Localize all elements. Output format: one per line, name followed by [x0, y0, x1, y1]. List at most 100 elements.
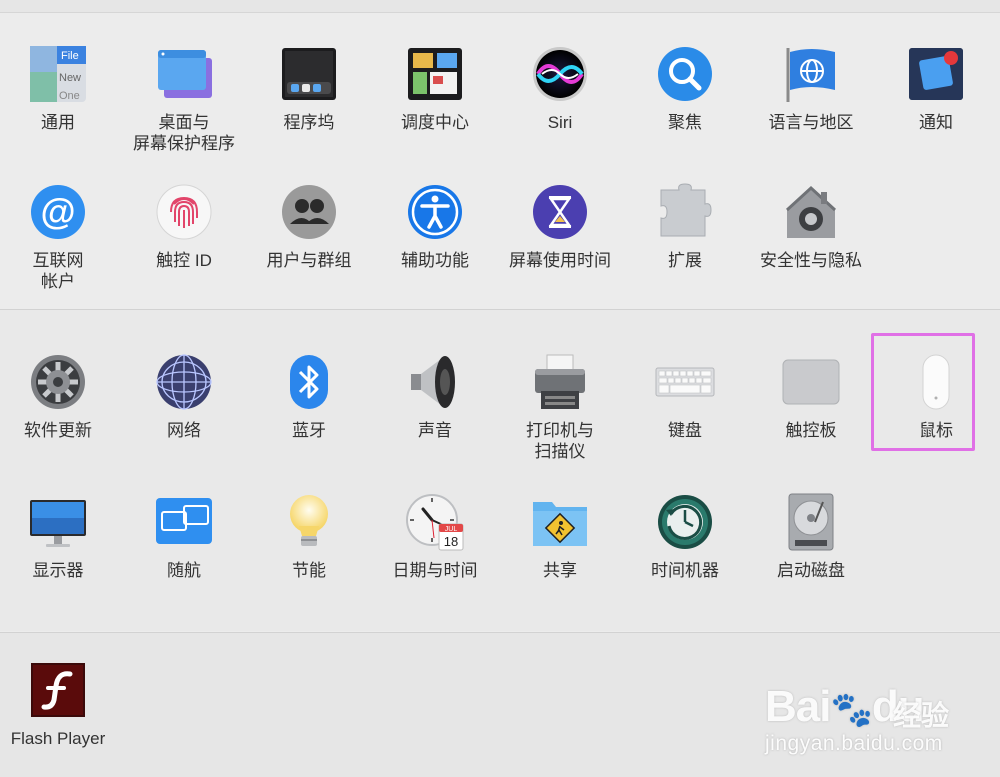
pref-software-update[interactable]: 软件更新	[0, 350, 121, 441]
pref-screen-time[interactable]: 屏幕使用时间	[497, 180, 623, 271]
security-privacy-icon	[779, 180, 843, 244]
pref-label: 互联网 帐户	[32, 251, 84, 291]
pref-internet-accounts[interactable]: @ 互联网 帐户	[0, 180, 121, 292]
pref-label: 共享	[543, 561, 577, 580]
pref-label: 调度中心	[401, 113, 469, 132]
window-top-edge	[0, 0, 1000, 13]
calendar-month-text: JUL	[445, 526, 458, 533]
general-icon: File New One	[26, 42, 90, 106]
svg-text:@: @	[40, 191, 75, 232]
pref-users-groups[interactable]: 用户与群组	[246, 180, 372, 271]
pref-label: 扩展	[668, 251, 702, 270]
notifications-icon	[904, 42, 968, 106]
pref-label: Siri	[547, 113, 573, 132]
bluetooth-icon	[277, 350, 341, 414]
pref-label: 声音	[418, 421, 452, 440]
pref-time-machine[interactable]: 时间机器	[622, 490, 748, 581]
pref-keyboard[interactable]: 键盘	[622, 350, 748, 441]
pref-desktop-screensaver[interactable]: 桌面与 屏幕保护程序	[121, 42, 247, 154]
pref-touch-id[interactable]: 触控 ID	[121, 180, 247, 271]
pref-dock[interactable]: 程序坞	[246, 42, 372, 133]
siri-icon	[528, 42, 592, 106]
accessibility-icon	[403, 180, 467, 244]
pref-energy-saver[interactable]: 节能	[246, 490, 372, 581]
general-icon-one-text: One	[59, 90, 80, 102]
mouse-highlight-box	[871, 333, 975, 451]
pref-security-privacy[interactable]: 安全性与隐私	[748, 180, 874, 271]
pref-displays[interactable]: 显示器	[0, 490, 121, 581]
watermark-cn-text: 经验	[893, 700, 950, 731]
pref-notifications[interactable]: 通知	[873, 42, 999, 133]
pref-label: 节能	[292, 561, 326, 580]
pref-label: 显示器	[32, 561, 84, 580]
pref-startup-disk[interactable]: 启动磁盘	[748, 490, 874, 581]
spotlight-icon	[653, 42, 717, 106]
lightbulb-icon	[277, 490, 341, 554]
pref-label: 随航	[167, 561, 201, 580]
pref-sharing[interactable]: 共享	[497, 490, 623, 581]
hard-disk-icon	[779, 490, 843, 554]
flash-icon	[26, 658, 90, 722]
pref-trackpad[interactable]: 触控板	[748, 350, 874, 441]
pref-label: 聚焦	[668, 113, 702, 132]
pref-label: 程序坞	[283, 113, 335, 132]
pref-sidecar[interactable]: 随航	[121, 490, 247, 581]
pref-general[interactable]: File New One 通用	[0, 42, 121, 133]
pref-label: 软件更新	[24, 421, 92, 440]
pref-printers-scanners[interactable]: 打印机与 扫描仪	[497, 350, 623, 462]
pref-accessibility[interactable]: 辅助功能	[372, 180, 498, 271]
dock-icon	[277, 42, 341, 106]
users-groups-icon	[277, 180, 341, 244]
keyboard-icon	[653, 350, 717, 414]
pref-label: 用户与群组	[266, 251, 352, 270]
pref-label: 启动磁盘	[777, 561, 845, 580]
pref-label: 日期与时间	[392, 561, 478, 580]
pref-mission-control[interactable]: 调度中心	[372, 42, 498, 133]
pref-label: 时间机器	[651, 561, 719, 580]
internet-accounts-icon: @	[26, 180, 90, 244]
language-region-icon	[779, 42, 843, 106]
pref-label: 桌面与 屏幕保护程序	[133, 113, 235, 153]
watermark-url: jingyan.baidu.com	[765, 732, 943, 755]
software-update-icon	[26, 350, 90, 414]
pref-label: 安全性与隐私	[760, 251, 862, 270]
general-icon-new-text: New	[59, 72, 81, 84]
pref-label: 通知	[919, 113, 953, 132]
pref-label: 语言与地区	[768, 113, 854, 132]
pref-siri[interactable]: Siri	[497, 42, 623, 133]
pref-label: 屏幕使用时间	[509, 251, 611, 270]
pref-spotlight[interactable]: 聚焦	[622, 42, 748, 133]
pref-label: 触控板	[785, 421, 837, 440]
pref-extensions[interactable]: 扩展	[622, 180, 748, 271]
pref-network[interactable]: 网络	[121, 350, 247, 441]
pref-label: 键盘	[668, 421, 702, 440]
printer-icon	[528, 350, 592, 414]
mission-control-icon	[403, 42, 467, 106]
pref-label: 打印机与 扫描仪	[526, 421, 594, 461]
pref-label: 蓝牙	[292, 421, 326, 440]
pref-language-region[interactable]: 语言与地区	[748, 42, 874, 133]
paw-icon: 🐾	[830, 691, 872, 729]
sharing-folder-icon	[528, 490, 592, 554]
touch-id-icon	[152, 180, 216, 244]
pref-label: 网络	[167, 421, 201, 440]
pref-date-time[interactable]: JUL 18 日期与时间	[372, 490, 498, 581]
extensions-icon	[653, 180, 717, 244]
general-icon-file-text: File	[61, 50, 79, 62]
screen-time-icon	[528, 180, 592, 244]
sidecar-icon	[152, 490, 216, 554]
pref-flash-player[interactable]: Flash Player	[0, 658, 121, 749]
pref-label: Flash Player	[10, 729, 106, 748]
trackpad-icon	[779, 350, 843, 414]
pref-sound[interactable]: 声音	[372, 350, 498, 441]
pref-label: 辅助功能	[401, 251, 469, 270]
watermark-logo-text: Bai	[765, 682, 831, 731]
time-machine-icon	[653, 490, 717, 554]
sound-icon	[403, 350, 467, 414]
display-icon	[26, 490, 90, 554]
baidu-watermark: Bai🐾du 经验 jingyan.baidu.com	[765, 668, 995, 768]
clock-calendar-icon: JUL 18	[403, 490, 467, 554]
network-icon	[152, 350, 216, 414]
desktop-screensaver-icon	[152, 42, 216, 106]
pref-bluetooth[interactable]: 蓝牙	[246, 350, 372, 441]
